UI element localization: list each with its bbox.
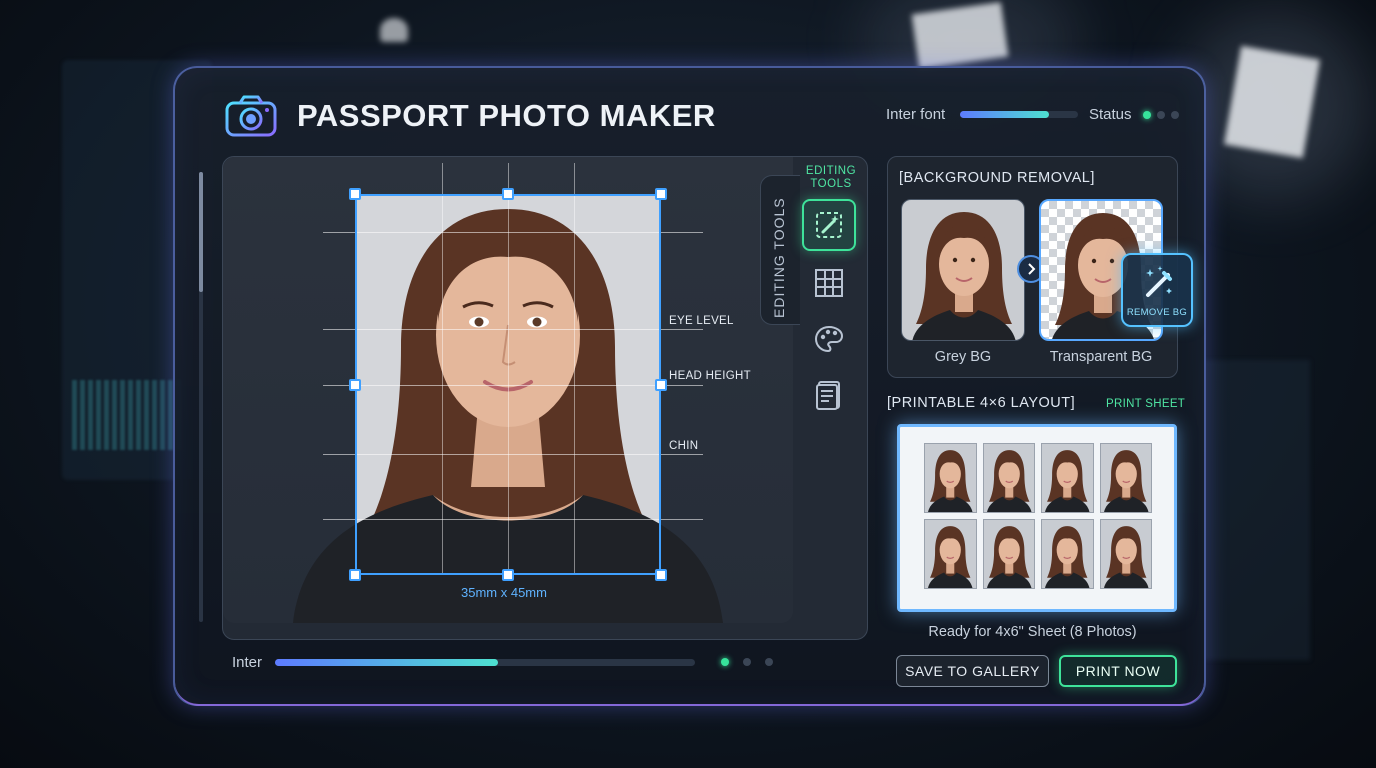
crop-handle-top[interactable]	[502, 188, 514, 200]
status-dot	[1143, 111, 1151, 119]
print-sheet-grid	[924, 443, 1152, 589]
print-sheet-preview[interactable]	[897, 424, 1177, 612]
portrait-thumbnail	[912, 212, 1016, 340]
crop-dimensions: 35mm x 45mm	[461, 585, 547, 600]
progress-slider[interactable]	[275, 659, 695, 666]
grey-bg-label: Grey BG	[934, 349, 992, 365]
print-now-button[interactable]: PRINT NOW	[1059, 655, 1177, 687]
app-window: PASSPORT PHOTO MAKER Inter font Status E…	[173, 66, 1206, 706]
portrait-thumbnail	[986, 450, 1031, 512]
grey-bg-preview[interactable]	[901, 199, 1025, 341]
crop-handle-bottom-right[interactable]	[655, 569, 667, 581]
photo-editor: EYE LEVEL HEAD HEIGHT CHIN 35mm x 45mm E…	[222, 156, 868, 640]
document-tool-button[interactable]	[802, 369, 856, 421]
camera-icon	[225, 95, 277, 137]
save-to-gallery-button[interactable]: SAVE TO GALLERY	[896, 655, 1049, 687]
print-sheet-link[interactable]: PRINT SHEET	[1106, 398, 1185, 410]
remove-bg-button[interactable]: REMOVE BG	[1121, 253, 1193, 327]
grid-tool-button[interactable]	[802, 257, 856, 309]
document-icon	[816, 381, 840, 410]
grid-icon	[815, 269, 843, 297]
vertical-scrollbar[interactable]	[199, 172, 203, 622]
background-removal-panel: [BACKGROUND REMOVAL] Grey BG Transparent…	[887, 156, 1193, 378]
status-label: Status	[1089, 106, 1132, 123]
sheet-photo	[924, 443, 977, 513]
portrait-thumbnail	[986, 526, 1031, 588]
sheet-photo	[982, 519, 1035, 589]
font-slider-fill	[960, 111, 1049, 118]
photo-canvas[interactable]: EYE LEVEL HEAD HEIGHT CHIN 35mm x 45mm	[223, 157, 793, 623]
background-monitor-bars	[72, 380, 182, 450]
chin-label: CHIN	[669, 440, 699, 452]
sheet-photo	[1099, 443, 1152, 513]
crop-handle-right[interactable]	[655, 379, 667, 391]
tab-editing-tools-label: EDITING TOOLS	[771, 197, 787, 318]
print-sheet-caption: Ready for 4x6" Sheet (8 Photos)	[928, 624, 1137, 640]
print-layout-title: [PRINTABLE 4×6 LAYOUT]	[887, 395, 1076, 411]
background-removal-title: [BACKGROUND REMOVAL]	[899, 170, 1095, 186]
color-tool-button[interactable]	[802, 313, 856, 365]
status-dot	[1171, 111, 1179, 119]
font-label: Inter font	[886, 106, 946, 123]
background-panel	[1200, 360, 1310, 660]
chevron-right-icon	[1028, 263, 1036, 275]
bottom-label: Inter	[232, 654, 263, 671]
status-dot	[1157, 111, 1165, 119]
crop-handle-bottom-left[interactable]	[349, 569, 361, 581]
editing-tools-title: EDITING TOOLS	[805, 165, 857, 190]
portrait-thumbnail	[1045, 526, 1090, 588]
sheet-photo	[1041, 443, 1094, 513]
page-dot[interactable]	[743, 658, 751, 666]
studio-softbox	[1223, 45, 1321, 159]
font-slider[interactable]	[960, 111, 1078, 118]
page-dot[interactable]	[765, 658, 773, 666]
remove-bg-label: REMOVE BG	[1126, 307, 1188, 318]
page-dot[interactable]	[721, 658, 729, 666]
portrait-thumbnail	[1045, 450, 1090, 512]
crop-handle-bottom[interactable]	[502, 569, 514, 581]
sheet-photo	[1041, 519, 1094, 589]
editing-tools-panel: EDITING TOOLS	[793, 157, 869, 641]
palette-icon	[814, 325, 844, 353]
status-indicator	[1143, 111, 1179, 119]
app-title: PASSPORT PHOTO MAKER	[297, 98, 716, 133]
crop-handle-top-left[interactable]	[349, 188, 361, 200]
crop-handle-top-right[interactable]	[655, 188, 667, 200]
transparent-bg-label: Transparent BG	[1049, 349, 1153, 365]
crop-handle-left[interactable]	[349, 379, 361, 391]
portrait-thumbnail	[928, 526, 973, 588]
crop-frame[interactable]	[355, 194, 661, 575]
studio-lamp	[380, 18, 408, 42]
sheet-photo	[924, 519, 977, 589]
portrait-thumbnail	[928, 450, 973, 512]
magic-crop-icon	[816, 212, 842, 238]
progress-fill	[275, 659, 498, 666]
sheet-photo	[982, 443, 1035, 513]
eye-level-label: EYE LEVEL	[669, 315, 734, 327]
head-height-label: HEAD HEIGHT	[669, 370, 751, 382]
sheet-photo	[1099, 519, 1152, 589]
portrait-thumbnail	[1103, 526, 1148, 588]
page-indicator	[721, 658, 773, 666]
magic-crop-tool-button[interactable]	[802, 199, 856, 251]
portrait-thumbnail	[1103, 450, 1148, 512]
magic-wand-icon	[1146, 266, 1172, 297]
scrollbar-thumb[interactable]	[199, 172, 203, 292]
